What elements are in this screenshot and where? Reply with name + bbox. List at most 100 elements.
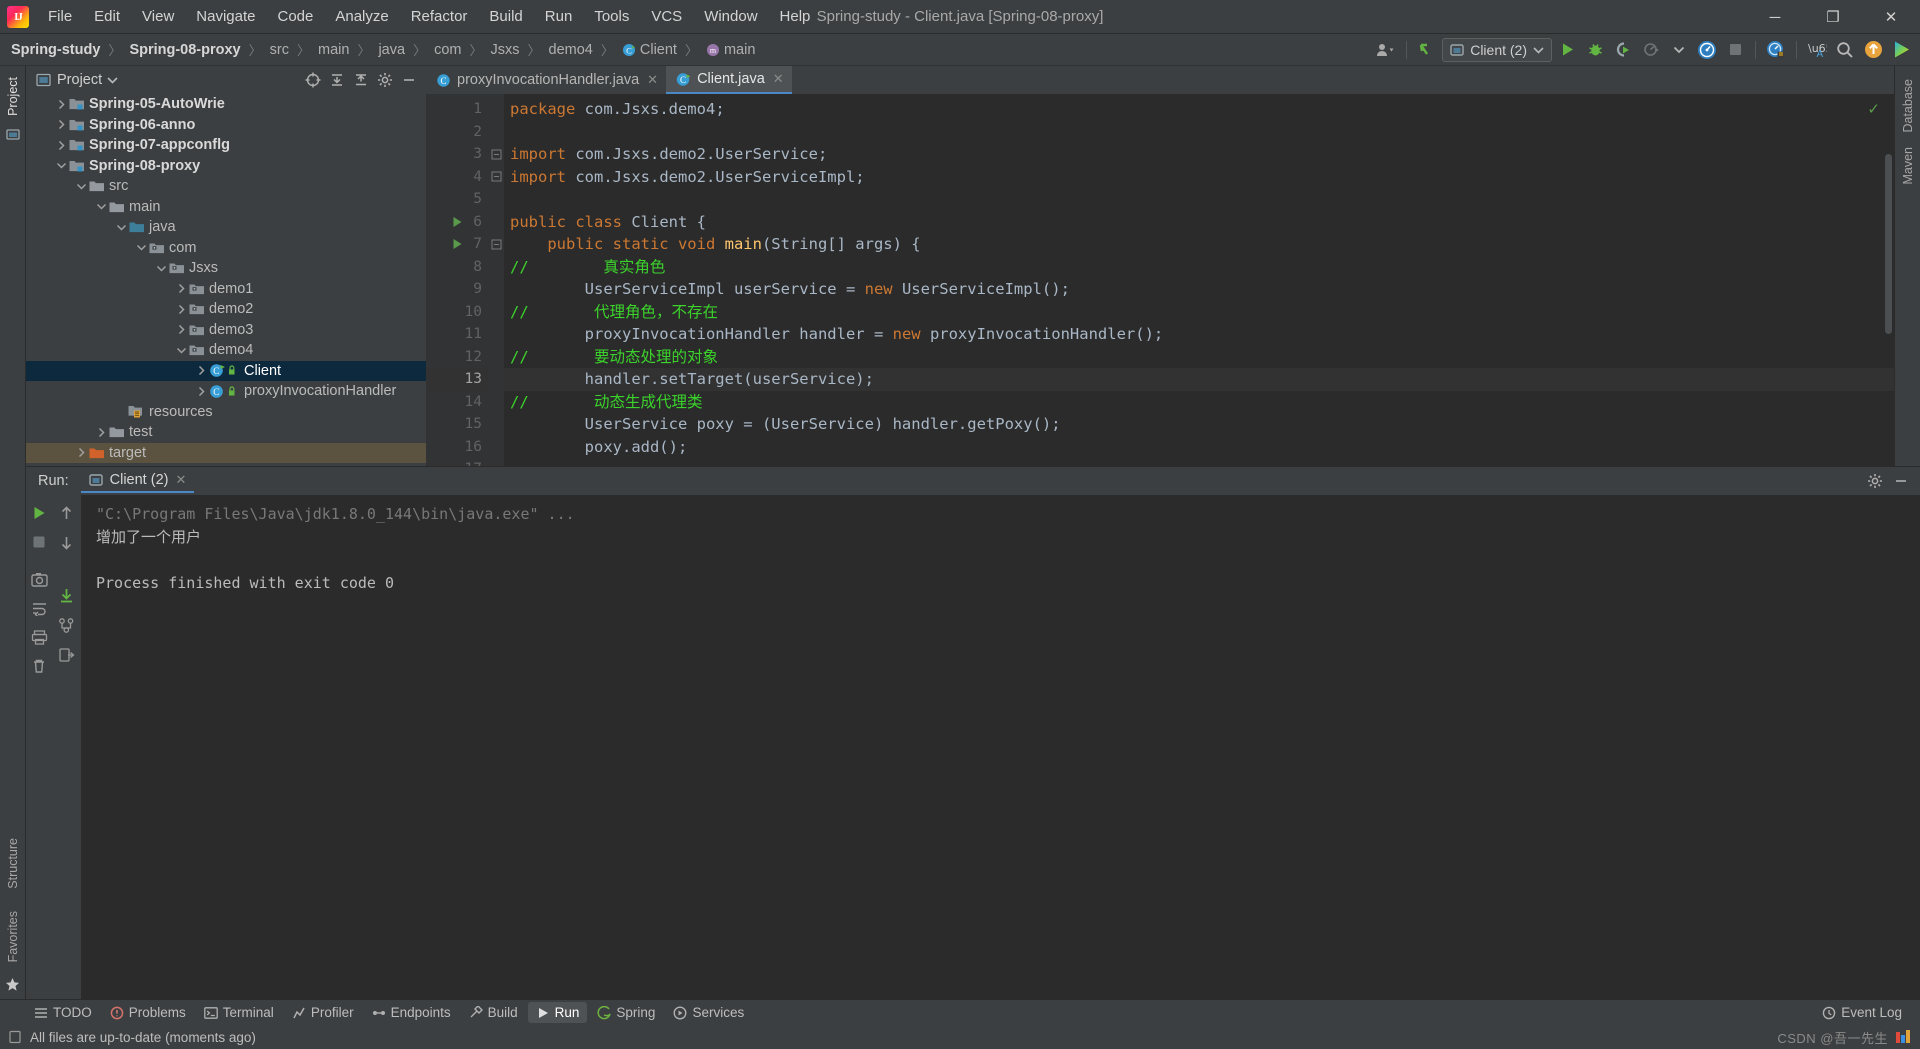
chevron-down-icon[interactable] [94, 202, 108, 211]
breadcrumb-main-method[interactable]: m main [703, 40, 758, 60]
chevron-right-icon[interactable] [194, 365, 208, 376]
user-dropdown-icon[interactable] [1373, 38, 1399, 62]
translate-icon[interactable]: \u6587A [1804, 38, 1830, 62]
minimize-button[interactable]: ─ [1746, 0, 1804, 34]
code-line-7[interactable]: public static void main(String[] args) { [504, 233, 1894, 256]
menu-file[interactable]: File [37, 4, 83, 30]
search-everywhere-gauge-icon[interactable] [1694, 38, 1720, 62]
tool-window-button-database[interactable]: Database [1898, 72, 1918, 140]
fold-marker-icon[interactable] [488, 166, 504, 189]
run-gutter-icon[interactable] [452, 216, 463, 228]
menu-code[interactable]: Code [266, 4, 324, 30]
hide-panel-icon[interactable] [398, 69, 420, 91]
code-line-1[interactable]: package com.Jsxs.demo4; [504, 98, 1894, 121]
chevron-down-icon[interactable] [174, 346, 188, 355]
breadcrumb-demo4[interactable]: demo4 [546, 40, 596, 60]
chevron-right-icon[interactable] [174, 304, 188, 315]
run-tab-client[interactable]: Client (2) ✕ [80, 469, 195, 493]
trash-icon[interactable] [29, 656, 49, 676]
chevron-right-icon[interactable] [94, 427, 108, 438]
chevron-down-icon[interactable] [114, 223, 128, 232]
chevron-right-icon[interactable] [74, 447, 88, 458]
editor-code-content[interactable]: package com.Jsxs.demo4; import com.Jsxs.… [504, 94, 1894, 466]
tree-node-spring-05-autowrie[interactable]: Spring-05-AutoWrie [26, 94, 426, 115]
chevron-right-icon[interactable] [54, 119, 68, 130]
gutter-line-10[interactable]: 10 [426, 301, 488, 324]
breadcrumb-main[interactable]: main [315, 40, 352, 60]
scroll-to-end-icon[interactable] [57, 585, 77, 605]
chevron-down-icon[interactable] [1666, 38, 1692, 62]
tree-node-com[interactable]: com [26, 238, 426, 259]
code-line-3[interactable]: import com.Jsxs.demo2.UserService; [504, 143, 1894, 166]
gutter-line-11[interactable]: 11 [426, 323, 488, 346]
bottom-button-problems[interactable]: Problems [102, 1002, 194, 1023]
debug-button[interactable] [1582, 38, 1608, 62]
tree-node-spring-06-anno[interactable]: Spring-06-anno [26, 115, 426, 136]
update-project-icon[interactable] [1414, 38, 1440, 62]
tree-node-demo1[interactable]: demo1 [26, 279, 426, 300]
breadcrumb-client[interactable]: C Client [619, 40, 680, 60]
code-line-11[interactable]: proxyInvocationHandler handler = new pro… [504, 323, 1894, 346]
gutter-line-6[interactable]: 6 [426, 211, 488, 234]
gutter-line-9[interactable]: 9 [426, 278, 488, 301]
profiler-globe-icon[interactable] [1763, 38, 1789, 62]
menu-view[interactable]: View [131, 4, 185, 30]
gutter-line-14[interactable]: 14 [426, 391, 488, 414]
event-log-button[interactable]: Event Log [1814, 1002, 1910, 1023]
tree-node-spring-07-appconflg[interactable]: Spring-07-appconflg [26, 135, 426, 156]
gutter-line-3[interactable]: 3 [426, 143, 488, 166]
chevron-right-icon[interactable] [174, 324, 188, 335]
bottom-button-run[interactable]: Run [527, 1002, 588, 1023]
code-line-10[interactable]: // 代理角色，不存在 [504, 301, 1894, 324]
menu-navigate[interactable]: Navigate [185, 4, 266, 30]
tree-node-resources[interactable]: resources [26, 402, 426, 423]
bottom-button-services[interactable]: Services [665, 1002, 752, 1023]
project-tree[interactable]: Spring-05-AutoWrie Spring-06-anno Spring-0… [26, 94, 426, 466]
project-panel-title[interactable]: Project [36, 72, 118, 88]
profile-button[interactable] [1638, 38, 1664, 62]
gutter-line-12[interactable]: 12 [426, 346, 488, 369]
run-configuration-selector[interactable]: Client (2) [1442, 37, 1552, 62]
bottom-button-spring[interactable]: Spring [589, 1002, 663, 1023]
gutter-line-8[interactable]: 8 [426, 256, 488, 279]
breadcrumb-src[interactable]: src [267, 40, 292, 60]
code-line-6[interactable]: public class Client { [504, 211, 1894, 234]
tree-node-target[interactable]: target [26, 442, 426, 463]
stop-button[interactable] [1722, 38, 1748, 62]
inspection-ok-icon[interactable]: ✓ [1867, 100, 1880, 118]
gutter-line-4[interactable]: 4 [426, 166, 488, 189]
tree-node-test[interactable]: test [26, 422, 426, 443]
code-editor[interactable]: 1234567891011121314151617 package com.Js… [426, 94, 1894, 466]
thread-dump-icon[interactable] [57, 615, 77, 635]
chevron-right-icon[interactable] [54, 140, 68, 151]
gutter-line-7[interactable]: 7 [426, 233, 488, 256]
print-icon[interactable] [29, 627, 49, 647]
run-button[interactable] [1554, 38, 1580, 62]
code-line-15[interactable]: UserService poxy = (UserService) handler… [504, 413, 1894, 436]
editor-tab-proxyinvocationhandler[interactable]: C proxyInvocationHandler.java ✕ [426, 66, 666, 94]
gutter-line-13[interactable]: 13 [426, 368, 488, 391]
breadcrumb-spring-08-proxy[interactable]: Spring-08-proxy [126, 40, 243, 60]
menu-vcs[interactable]: VCS [640, 4, 693, 30]
bottom-button-todo[interactable]: TODO [26, 1002, 100, 1023]
tree-node-spring-08-proxy[interactable]: Spring-08-proxy [26, 156, 426, 177]
upload-icon[interactable] [1860, 38, 1886, 62]
hide-panel-icon[interactable] [1890, 470, 1912, 492]
run-gutter-icon[interactable] [452, 238, 463, 250]
code-line-16[interactable]: poxy.add(); [504, 436, 1894, 459]
console-output[interactable]: "C:\Program Files\Java\jdk1.8.0_144\bin\… [82, 495, 1920, 999]
bottom-button-build[interactable]: Build [461, 1002, 526, 1023]
rerun-button[interactable] [29, 503, 49, 523]
arrow-down-icon[interactable] [57, 533, 77, 553]
gear-icon[interactable] [374, 69, 396, 91]
collapse-all-icon[interactable] [350, 69, 372, 91]
tree-node-demo4[interactable]: demo4 [26, 340, 426, 361]
gear-icon[interactable] [1864, 470, 1886, 492]
editor-scrollbar[interactable] [1885, 154, 1892, 334]
chevron-right-icon[interactable] [174, 283, 188, 294]
menu-run[interactable]: Run [534, 4, 584, 30]
tool-window-button-structure[interactable]: Structure [3, 831, 23, 896]
search-icon[interactable] [1832, 38, 1858, 62]
bottom-button-profiler[interactable]: Profiler [284, 1002, 362, 1023]
close-icon[interactable]: ✕ [175, 472, 186, 488]
